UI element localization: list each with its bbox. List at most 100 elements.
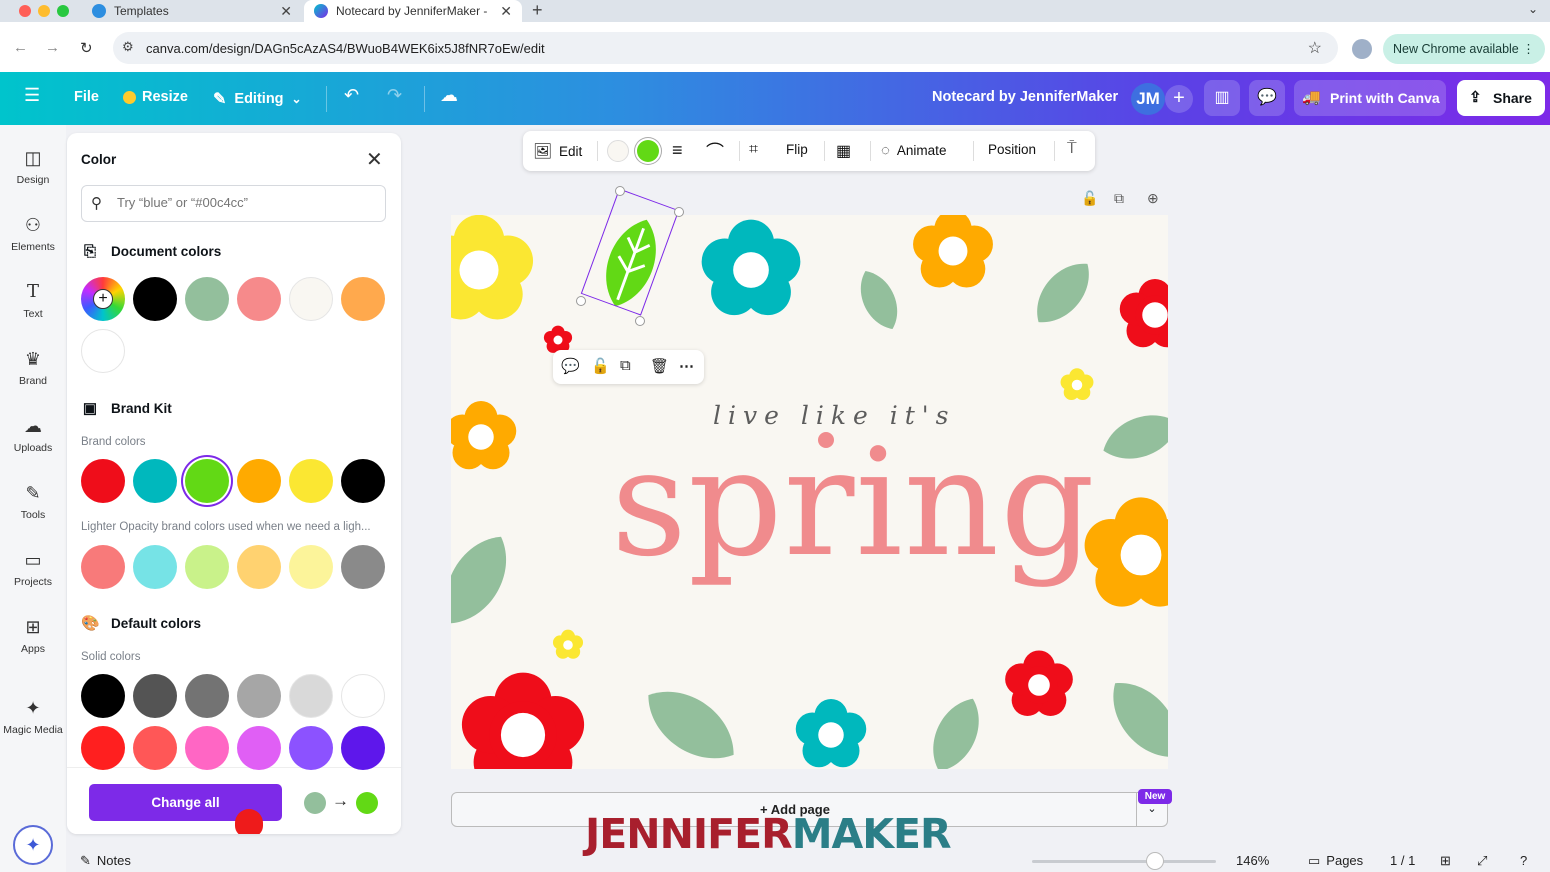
delete-trash-icon[interactable]: 🗑 xyxy=(650,357,669,375)
corner-rounding-icon[interactable]: ⌒ xyxy=(706,138,724,164)
cloud-saved-icon[interactable]: ☁ xyxy=(440,85,458,106)
solid-color-swatch[interactable] xyxy=(341,726,385,770)
rail-item-apps[interactable]: ⊞ Apps xyxy=(0,616,66,655)
crop-icon[interactable]: ⌗ xyxy=(749,141,758,159)
color-search-field[interactable]: ⚲ xyxy=(81,185,386,222)
color-search-input[interactable] xyxy=(117,195,377,210)
comments-icon[interactable]: 💬 xyxy=(1249,80,1285,116)
resize-button[interactable]: Resize xyxy=(123,89,188,105)
rail-item-brand[interactable]: ♛ Brand xyxy=(0,348,66,387)
border-weight-icon[interactable]: ≡ xyxy=(672,140,683,161)
grid-view-icon[interactable]: ⊞ xyxy=(1440,853,1451,869)
rail-item-elements[interactable]: ⚇ Elements xyxy=(0,214,66,253)
lighter-brand-color-swatch[interactable] xyxy=(133,545,177,589)
solid-color-swatch[interactable] xyxy=(185,726,229,770)
solid-color-swatch[interactable] xyxy=(237,726,281,770)
solid-color-swatch[interactable] xyxy=(289,674,333,718)
document-color-swatch[interactable] xyxy=(185,277,229,321)
document-color-swatch[interactable] xyxy=(237,277,281,321)
magic-assistant-sparkle-icon[interactable]: ✦ xyxy=(13,825,53,865)
maximize-window-icon[interactable] xyxy=(57,5,69,17)
zoom-slider-knob[interactable] xyxy=(1146,852,1164,870)
lock-icon[interactable]: 🔓 xyxy=(591,357,610,375)
solid-color-swatch[interactable] xyxy=(133,674,177,718)
notes-button[interactable]: ✎ Notes xyxy=(80,853,131,869)
share-button[interactable]: ⇪ Share xyxy=(1457,80,1545,116)
resize-handle[interactable] xyxy=(615,186,625,196)
brand-color-swatch[interactable] xyxy=(289,459,333,503)
tab-templates[interactable]: Templates ✕ xyxy=(82,0,302,22)
profile-avatar[interactable] xyxy=(1352,39,1372,59)
headline-spring[interactable]: spring xyxy=(611,417,1096,589)
site-settings-icon[interactable]: ⚙ xyxy=(122,39,134,55)
add-color-rainbow-swatch[interactable]: + xyxy=(81,277,125,321)
tab-notecard[interactable]: Notecard by JenniferMaker - ✕ xyxy=(304,0,522,22)
document-color-swatch[interactable] xyxy=(341,277,385,321)
rail-item-magic-media[interactable]: ✦ Magic Media xyxy=(0,697,66,736)
fullscreen-icon[interactable]: ⤢ xyxy=(1477,853,1487,869)
duplicate-icon[interactable]: ⧉ xyxy=(620,357,631,374)
help-icon[interactable]: ? xyxy=(1520,853,1527,868)
rail-item-text[interactable]: T Text xyxy=(0,281,66,320)
more-options-icon[interactable]: ⋯ xyxy=(679,357,694,375)
flip-button[interactable]: Flip xyxy=(786,142,808,157)
edit-image-button[interactable]: 🖼 Edit xyxy=(533,142,582,160)
document-color-swatch[interactable] xyxy=(133,277,177,321)
zoom-slider[interactable] xyxy=(1032,860,1216,863)
url-text[interactable]: canva.com/design/DAGn5cAzAS4/BWuoB4WEK6i… xyxy=(146,41,545,56)
close-window-icon[interactable] xyxy=(19,5,31,17)
close-icon[interactable]: ✕ xyxy=(366,147,383,172)
rail-item-projects[interactable]: ▭ Projects xyxy=(0,549,66,588)
undo-icon[interactable]: ↶ xyxy=(344,85,359,106)
rail-item-design[interactable]: ◫ Design xyxy=(0,147,66,186)
redo-icon[interactable]: ↷ xyxy=(387,85,402,106)
bookmark-star-icon[interactable]: ☆ xyxy=(1308,38,1322,58)
add-page-icon[interactable]: ⊕ xyxy=(1147,190,1159,207)
pages-button[interactable]: ▭ Pages xyxy=(1308,853,1363,869)
duplicate-page-icon[interactable]: ⧉ xyxy=(1114,190,1124,207)
new-tab-icon[interactable]: + xyxy=(532,0,543,20)
reload-icon[interactable]: ↻ xyxy=(80,39,93,57)
zoom-level[interactable]: 146% xyxy=(1236,853,1269,868)
animate-button[interactable]: ◌ Animate xyxy=(881,142,946,159)
insights-chart-icon[interactable]: ▥ xyxy=(1204,80,1240,116)
document-color-swatch[interactable] xyxy=(289,277,333,321)
solid-color-swatch[interactable] xyxy=(81,674,125,718)
solid-color-swatch[interactable] xyxy=(289,726,333,770)
close-tab-icon[interactable]: ✕ xyxy=(500,3,512,20)
lighter-brand-color-swatch[interactable] xyxy=(289,545,333,589)
brand-color-swatch[interactable] xyxy=(185,459,229,503)
minimize-window-icon[interactable] xyxy=(38,5,50,17)
back-arrow-icon[interactable]: ← xyxy=(13,39,28,56)
close-tab-icon[interactable]: ✕ xyxy=(280,3,292,20)
position-button[interactable]: Position xyxy=(988,142,1036,157)
tab-search-chevron-icon[interactable]: ⌄ xyxy=(1528,2,1538,16)
lighter-brand-color-swatch[interactable] xyxy=(185,545,229,589)
color-swatch-cream[interactable] xyxy=(607,140,629,162)
solid-color-swatch[interactable] xyxy=(133,726,177,770)
user-avatar[interactable]: JM xyxy=(1131,83,1165,115)
transparency-checker-icon[interactable]: ▦ xyxy=(836,141,851,161)
new-chrome-available-button[interactable]: New Chrome available ⋮ xyxy=(1383,34,1545,64)
lighter-brand-color-swatch[interactable] xyxy=(341,545,385,589)
hamburger-menu-icon[interactable]: ☰ xyxy=(24,85,40,106)
lighter-brand-color-swatch[interactable] xyxy=(237,545,281,589)
editing-mode-dropdown[interactable]: ✎ Editing ⌄ xyxy=(213,89,302,109)
copy-style-paint-roller-icon[interactable]: ⍑ xyxy=(1067,140,1077,158)
document-color-swatch[interactable] xyxy=(81,329,125,373)
brand-color-swatch[interactable] xyxy=(341,459,385,503)
solid-color-swatch[interactable] xyxy=(237,674,281,718)
brand-color-swatch[interactable] xyxy=(81,459,125,503)
lock-page-icon[interactable]: 🔓 xyxy=(1081,190,1098,207)
solid-color-swatch[interactable] xyxy=(341,674,385,718)
lighter-brand-color-swatch[interactable] xyxy=(81,545,125,589)
forward-arrow-icon[interactable]: → xyxy=(45,39,60,56)
address-bar[interactable]: ⚙ canva.com/design/DAGn5cAzAS4/BWuoB4WEK… xyxy=(113,32,1338,64)
resize-handle[interactable] xyxy=(674,207,684,217)
more-options-icon[interactable]: ⋮ xyxy=(1522,34,1535,64)
color-swatch-green[interactable] xyxy=(637,140,659,162)
comment-add-icon[interactable]: 💬 xyxy=(561,357,580,375)
document-title[interactable]: Notecard by JenniferMaker xyxy=(932,89,1118,105)
design-canvas[interactable]: live like it's spring xyxy=(451,215,1168,769)
solid-color-swatch[interactable] xyxy=(81,726,125,770)
